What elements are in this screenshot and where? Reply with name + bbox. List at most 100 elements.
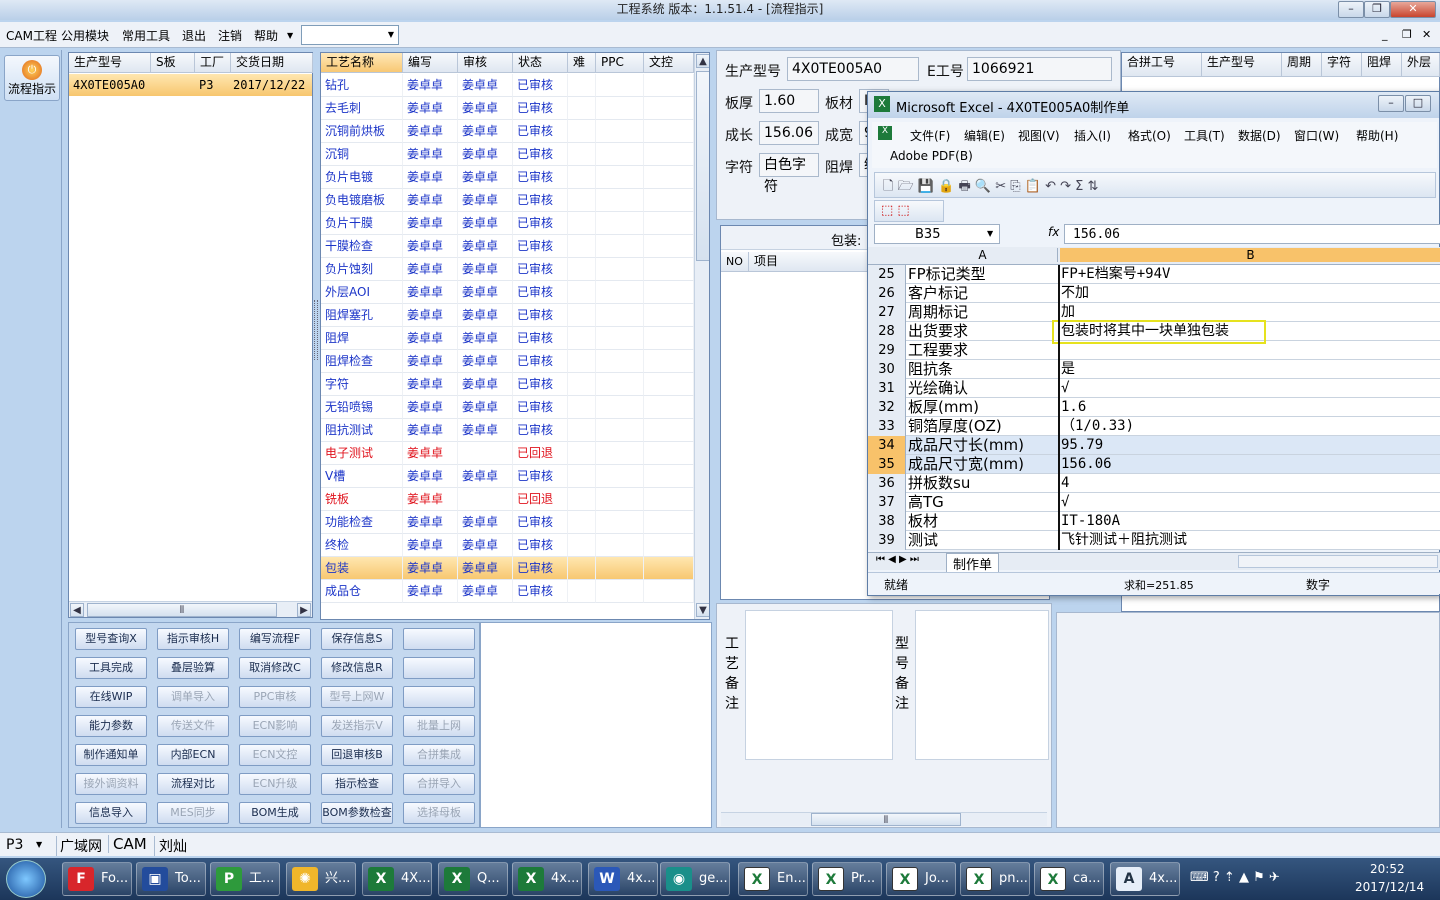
table-row[interactable]: 功能检查 姜卓卓 姜卓卓 已审核 — [321, 511, 694, 534]
row-number[interactable]: 26 — [868, 284, 906, 303]
action-button[interactable]: 修改信息R — [321, 657, 393, 679]
col-b-header[interactable]: B — [1060, 248, 1440, 262]
row-number[interactable]: 38 — [868, 512, 906, 531]
cell-b[interactable]: 1.6 — [1061, 398, 1440, 417]
excel-menu-window[interactable]: 窗口(W) — [1294, 127, 1339, 144]
excel-menu-tools[interactable]: 工具(T) — [1184, 127, 1225, 144]
minimize-button[interactable]: – — [1338, 1, 1364, 18]
excel-row[interactable]: 34 成品尺寸长(mm) 95.79 — [868, 436, 1440, 455]
table-row[interactable]: 阻焊检查 姜卓卓 姜卓卓 已审核 — [321, 350, 694, 373]
action-button[interactable]: 选择母板 — [403, 802, 475, 824]
excel-hscrollbar[interactable] — [1238, 555, 1438, 568]
taskbar-item[interactable]: Xca... — [1034, 862, 1104, 896]
col-merge-cycle[interactable]: 周期 — [1282, 53, 1322, 77]
process-note-field[interactable] — [745, 610, 893, 760]
cell-a[interactable]: 成品尺寸长(mm) — [908, 436, 1058, 455]
cell-b[interactable]: 是 — [1061, 360, 1440, 379]
excel-row[interactable]: 29 工程要求 — [868, 341, 1440, 360]
excel-menu-insert[interactable]: 插入(I) — [1074, 127, 1111, 144]
cell-b[interactable]: √ — [1061, 493, 1440, 512]
excel-menu-format[interactable]: 格式(O) — [1128, 127, 1171, 144]
table-row[interactable]: 沉铜 姜卓卓 姜卓卓 已审核 — [321, 143, 694, 166]
toolbar-icons[interactable]: 🗋 🗁 💾 🔒 🖶 🔍 ✂ ⎘ 📋 ↶ ↷ Σ ⇅ — [883, 177, 1098, 199]
table-row[interactable]: 外层AOI 姜卓卓 姜卓卓 已审核 — [321, 281, 694, 304]
menu-public[interactable]: 公用模块 — [61, 27, 109, 44]
col-merge-char[interactable]: 字符 — [1322, 53, 1362, 77]
action-button[interactable]: 保存信息S — [321, 628, 393, 650]
action-button[interactable]: 接外调资料 — [75, 773, 147, 795]
excel-row[interactable]: 31 光绘确认 √ — [868, 379, 1440, 398]
table-row[interactable]: 干膜检查 姜卓卓 姜卓卓 已审核 — [321, 235, 694, 258]
table-row[interactable]: 4X0TE005A0 P3 2017/12/22 — [69, 74, 312, 96]
menu-tools[interactable]: 常用工具 — [122, 27, 170, 44]
excel-menu-adobe[interactable]: Adobe PDF(B) — [890, 149, 973, 163]
col-writer[interactable]: 编写 — [403, 53, 458, 73]
cell-b[interactable]: FP+E档案号+94V — [1061, 265, 1440, 284]
col-doc-control[interactable]: 文控 — [644, 53, 694, 73]
cell-b[interactable]: 4 — [1061, 474, 1440, 493]
table-row[interactable]: 钻孔 姜卓卓 姜卓卓 已审核 — [321, 74, 694, 97]
col-s-board[interactable]: S板 — [151, 53, 195, 73]
cell-a[interactable]: 客户标记 — [908, 284, 1058, 303]
col-ppc[interactable]: PPC — [596, 53, 644, 73]
col-merge-mask[interactable]: 阻焊 — [1362, 53, 1402, 77]
col-model[interactable]: 生产型号 — [69, 53, 151, 73]
row-number[interactable]: 29 — [868, 341, 906, 360]
col-merge-outer[interactable]: 外层 — [1402, 53, 1440, 77]
row-number[interactable]: 32 — [868, 398, 906, 417]
action-button[interactable]: BOM参数检查 — [321, 802, 393, 824]
cell-a[interactable]: 周期标记 — [908, 303, 1058, 322]
cell-b[interactable]: 95.79 — [1061, 436, 1440, 455]
model-note-field[interactable] — [915, 610, 1049, 760]
mdi-restore-button[interactable]: ❐ — [1402, 28, 1412, 41]
field-char[interactable]: 白色字符 — [759, 153, 819, 195]
mdi-minimize-button[interactable]: _ — [1382, 28, 1388, 41]
col-status[interactable]: 状态 — [513, 53, 568, 73]
mdi-close-button[interactable]: ✕ — [1422, 28, 1431, 41]
sheet-tab[interactable]: 制作单 — [946, 553, 1000, 574]
cell-a[interactable]: 板厚(mm) — [908, 398, 1058, 417]
cell-a[interactable]: 铜箔厚度(OZ) — [908, 417, 1058, 436]
action-button[interactable]: 编写流程F — [239, 628, 311, 650]
splitter-handle[interactable] — [314, 300, 318, 360]
col-merge-eno[interactable]: 合拼工号 — [1122, 53, 1202, 77]
pdf-convert-icon[interactable]: ⬚ ⬚ — [881, 203, 910, 218]
col-reviewer[interactable]: 审核 — [458, 53, 513, 73]
excel-menu-edit[interactable]: 编辑(E) — [964, 127, 1005, 144]
taskbar-item[interactable]: Xpn... — [960, 862, 1030, 896]
sheet-nav-icons[interactable]: ⏮ ◀ ▶ ⏭ — [876, 554, 919, 565]
excel-row[interactable]: 39 测试 飞针测试＋阻抗测试 — [868, 531, 1440, 550]
cell-b[interactable]: IT-180A — [1061, 512, 1440, 531]
notes-hscrollbar[interactable]: ⦀ — [721, 812, 1047, 826]
cell-a[interactable]: 光绘确认 — [908, 379, 1058, 398]
cell-b[interactable]: 不加 — [1061, 284, 1440, 303]
start-button[interactable] — [6, 860, 46, 898]
close-button[interactable]: ✕ — [1390, 1, 1436, 18]
scroll-up-icon[interactable]: ▲ — [696, 54, 709, 68]
excel-row[interactable]: 25 FP标记类型 FP+E档案号+94V — [868, 265, 1440, 284]
help-dropdown-icon[interactable]: ▼ — [287, 31, 293, 40]
action-button[interactable]: 流程对比 — [157, 773, 229, 795]
action-button[interactable]: 回退审核B — [321, 744, 393, 766]
menu-combo[interactable]: ▼ — [301, 25, 399, 45]
action-button[interactable]: MES同步 — [157, 802, 229, 824]
taskbar-item[interactable]: A 4x... — [1110, 862, 1180, 896]
field-length[interactable]: 156.06 — [759, 121, 819, 145]
table-row[interactable]: 负电镀磨板 姜卓卓 姜卓卓 已审核 — [321, 189, 694, 212]
order-hscrollbar[interactable]: ◀ ⦀ ▶ — [69, 601, 312, 617]
clock-date[interactable]: 2017/12/14 — [1355, 880, 1424, 894]
cell-a[interactable]: 出货要求 — [908, 322, 1058, 341]
excel-row[interactable]: 27 周期标记加 — [868, 303, 1440, 322]
table-row[interactable]: 阻焊 姜卓卓 姜卓卓 已审核 — [321, 327, 694, 350]
action-button[interactable]: 指示审核H — [157, 628, 229, 650]
excel-minimize-button[interactable]: – — [1378, 95, 1404, 112]
excel-menu-file[interactable]: 文件(F) — [910, 127, 950, 144]
table-row[interactable]: 沉铜前烘板 姜卓卓 姜卓卓 已审核 — [321, 120, 694, 143]
excel-menu-help[interactable]: 帮助(H) — [1356, 127, 1398, 144]
cell-b[interactable]: 加 — [1061, 303, 1440, 322]
excel-menu-view[interactable]: 视图(V) — [1018, 127, 1060, 144]
taskbar-item[interactable]: ◉ ge... — [660, 862, 730, 896]
cell-a[interactable]: 工程要求 — [908, 341, 1058, 360]
tray-icons[interactable]: ⌨ ? ⇡ ▲ ⚑ ✈ — [1190, 870, 1280, 885]
action-button[interactable]: 指示检查 — [321, 773, 393, 795]
